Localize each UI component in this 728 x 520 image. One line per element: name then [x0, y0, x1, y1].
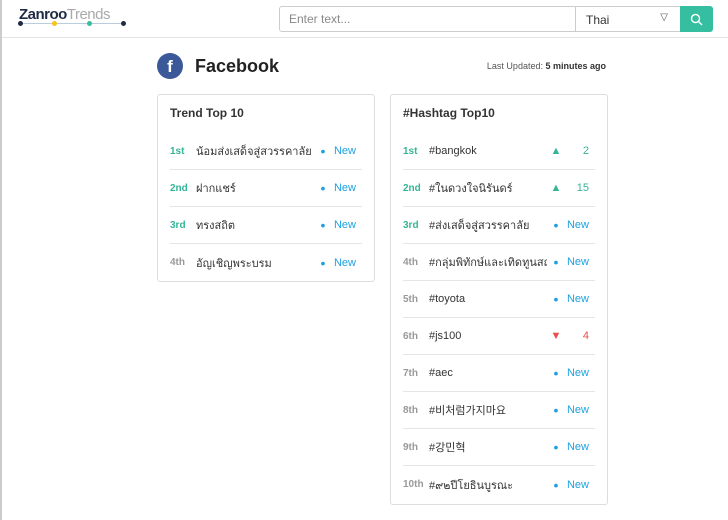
list-item[interactable]: 2nd ฝากแชร์ • New — [170, 170, 362, 207]
arrow-down-icon: ▼ — [550, 330, 562, 342]
status: 15 — [576, 182, 589, 194]
last-updated-value: 5 minutes ago — [545, 61, 606, 71]
item-name[interactable]: #비처럼가지마요 — [429, 402, 547, 418]
logo[interactable]: ZanrooTrends — [19, 6, 110, 23]
status: 4 — [582, 330, 589, 342]
status: New — [566, 367, 589, 379]
card-title: #Hashtag Top10 — [403, 106, 495, 120]
hashtag-top10-card: #Hashtag Top10 1st #bangkok ▲ 2 2nd #ในดว… — [390, 94, 608, 505]
item-name[interactable]: #toyota — [429, 293, 547, 305]
item-name[interactable]: อัญเชิญพระบรม — [196, 254, 314, 272]
list-item[interactable]: 3rd #ส่งเสด็จสู่สวรรคาลัย • New — [403, 207, 595, 244]
bullet-icon: • — [553, 365, 559, 381]
status: New — [333, 145, 356, 157]
list-item[interactable]: 2nd #ในดวงใจนิรันดร์ ▲ 15 — [403, 170, 595, 207]
item-name[interactable]: #bangkok — [429, 145, 547, 157]
list-item[interactable]: 6th #js100 ▼ 4 — [403, 318, 595, 355]
logo-dot — [18, 21, 23, 26]
bullet-icon: • — [320, 143, 326, 159]
search-input[interactable] — [279, 6, 576, 32]
last-updated: Last Updated: 5 minutes ago — [487, 61, 606, 71]
rank: 1st — [403, 145, 418, 157]
arrow-up-icon: ▲ — [550, 182, 562, 194]
rank: 7th — [403, 367, 418, 379]
list-item[interactable]: 8th #비처럼가지마요 • New — [403, 392, 595, 429]
status: New — [566, 256, 589, 268]
arrow-up-icon: ▲ — [550, 145, 562, 157]
item-name[interactable]: #กลุ่มพิทักษ์และเทิดทูนสถาบัน — [429, 253, 547, 271]
bullet-icon: • — [553, 402, 559, 418]
status: New — [566, 404, 589, 416]
rank: 1st — [170, 145, 185, 157]
list-item[interactable]: 7th #aec • New — [403, 355, 595, 392]
bullet-icon: • — [320, 217, 326, 233]
logo-dot — [52, 21, 57, 26]
trend-top10-card: Trend Top 10 1st น้อมส่งเสด็จสู่สวรรคาลั… — [157, 94, 375, 282]
bullet-icon: • — [553, 291, 559, 307]
rank: 4th — [403, 256, 418, 268]
page-title: Facebook — [195, 56, 280, 76]
bullet-icon: • — [320, 254, 326, 271]
status: New — [333, 219, 356, 231]
rank: 2nd — [403, 182, 421, 194]
bullet-icon: • — [553, 439, 559, 455]
facebook-icon: f — [157, 53, 183, 79]
status: New — [566, 293, 589, 305]
logo-dot — [87, 21, 92, 26]
logo-brand: Zanroo — [19, 6, 67, 23]
list-item[interactable]: 1st น้อมส่งเสด็จสู่สวรรคาลัย • New — [170, 133, 362, 170]
rank: 10th — [403, 479, 424, 490]
status: 2 — [582, 145, 589, 157]
last-updated-label: Last Updated: — [486, 61, 543, 71]
rank: 8th — [403, 404, 418, 416]
chevron-down-icon: ▽ — [660, 12, 668, 23]
language-select[interactable]: Thai ▽ — [575, 6, 681, 32]
status: New — [333, 256, 356, 269]
list-item[interactable]: 9th #강민혁 • New — [403, 429, 595, 466]
rank: 9th — [403, 441, 418, 453]
list-item[interactable]: 3rd ทรงสถิต • New — [170, 207, 362, 244]
item-name[interactable]: #ส่งเสด็จสู่สวรรคาลัย — [429, 216, 547, 234]
list-item[interactable]: 4th #กลุ่มพิทักษ์และเทิดทูนสถาบัน • New — [403, 244, 595, 281]
logo-dot — [121, 21, 126, 26]
search-button[interactable] — [680, 6, 713, 32]
bullet-icon: • — [553, 476, 559, 493]
list-item[interactable]: 4th อัญเชิญพระบรม • New — [170, 244, 362, 281]
rank: 3rd — [170, 219, 186, 231]
item-name[interactable]: น้อมส่งเสด็จสู่สวรรคาลัย — [196, 142, 314, 160]
bullet-icon: • — [553, 217, 559, 233]
bullet-icon: • — [320, 180, 326, 196]
rank: 3rd — [403, 219, 419, 231]
item-name[interactable]: #๙๒ปีโยธินบูรณะ — [429, 476, 547, 494]
item-name[interactable]: ทรงสถิต — [196, 216, 314, 234]
bullet-icon: • — [553, 254, 559, 270]
logo-line — [20, 23, 124, 24]
item-name[interactable]: #aec — [429, 367, 547, 379]
status: New — [566, 478, 589, 491]
list-item[interactable]: 10th #๙๒ปีโยธินบูรณะ • New — [403, 466, 595, 503]
rank: 6th — [403, 330, 418, 342]
rank: 4th — [170, 257, 185, 268]
search-icon — [690, 13, 703, 25]
status: New — [566, 441, 589, 453]
item-name[interactable]: #강민혁 — [429, 439, 547, 455]
item-name[interactable]: #ในดวงใจนิรันดร์ — [429, 179, 547, 197]
rank: 5th — [403, 293, 418, 305]
list-item[interactable]: 5th #toyota • New — [403, 281, 595, 318]
rank: 2nd — [170, 182, 188, 194]
card-title: Trend Top 10 — [170, 106, 244, 120]
top-bar: ZanrooTrends Thai ▽ — [2, 0, 728, 38]
status: New — [566, 219, 589, 231]
item-name[interactable]: ฝากแชร์ — [196, 179, 314, 197]
list-item[interactable]: 1st #bangkok ▲ 2 — [403, 133, 595, 170]
item-name[interactable]: #js100 — [429, 330, 547, 342]
status: New — [333, 182, 356, 194]
language-value: Thai — [586, 13, 610, 27]
